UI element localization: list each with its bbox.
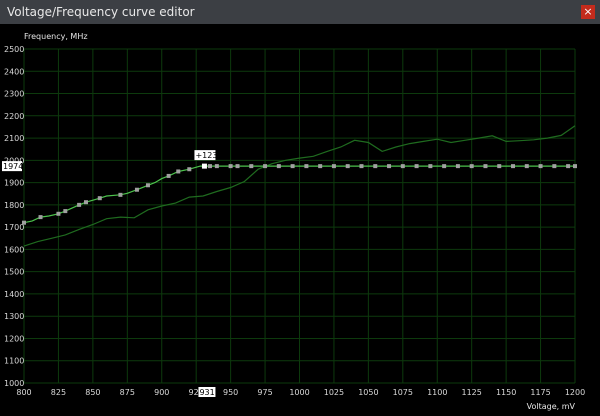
y-tick-label: 1000 — [4, 379, 24, 388]
curve-point — [228, 164, 233, 169]
x-tick-label: 1175 — [530, 388, 550, 397]
curve-point — [414, 164, 419, 169]
y-axis-label: Frequency, MHz — [24, 32, 88, 41]
curve-point — [373, 164, 378, 169]
y-axis-ticks: 1000 1100 1200 1300 1400 1500 1600 1700 1800 1900… — [4, 45, 24, 388]
y-tick-label: 1500 — [4, 268, 24, 277]
curve-point — [511, 164, 516, 169]
curve-point — [263, 164, 268, 169]
x-tick-label: 1000 — [289, 388, 309, 397]
x-axis-ticks: 800 825 850 875 900 925 950 975 1000 1025 1050 1075… — [16, 388, 585, 397]
vf-curve-chart[interactable]: 1000 1100 1200 1300 1400 1500 1600 1700 1800 1900… — [0, 0, 600, 416]
y-tick-label: 1100 — [4, 357, 24, 366]
curve-point — [187, 167, 192, 172]
x-tick-label: 975 — [257, 388, 272, 397]
curve-point — [176, 169, 181, 174]
y-tick-label: 1400 — [4, 290, 24, 299]
x-axis-label: Voltage, mV — [527, 402, 576, 411]
x-tick-label: 800 — [16, 388, 31, 397]
x-tick-label: 950 — [223, 388, 238, 397]
y-tick-label: 1600 — [4, 245, 24, 254]
curve-point — [22, 220, 26, 225]
chart-grid — [23, 48, 576, 384]
curve-point — [118, 192, 123, 197]
curve-point — [359, 164, 364, 169]
selected-x-readout: 931 — [198, 387, 216, 397]
x-tick-label: 1100 — [427, 388, 447, 397]
curve-point — [318, 164, 323, 169]
curve-point — [56, 211, 61, 216]
curve-point — [455, 164, 460, 169]
y-tick-label: 1300 — [4, 312, 24, 321]
y-tick-label: 1200 — [4, 334, 24, 343]
curve-point — [566, 164, 571, 169]
curve-point — [235, 164, 240, 169]
curve-point — [97, 196, 102, 201]
x-tick-label: 1075 — [393, 388, 413, 397]
curve-point — [552, 164, 557, 169]
selected-y-readout: 1974 — [2, 161, 23, 172]
curve-point — [442, 164, 447, 169]
y-tick-label: 2100 — [4, 134, 24, 143]
curve-point — [400, 164, 405, 169]
curve-point — [428, 164, 433, 169]
curve-point — [387, 164, 392, 169]
curve-point — [166, 173, 171, 178]
curve-point — [345, 164, 350, 169]
curve-point — [573, 164, 577, 169]
y-tick-label: 2400 — [4, 67, 24, 76]
x-tick-label: 825 — [51, 388, 66, 397]
curve-point — [304, 164, 309, 169]
curve-point — [483, 164, 488, 169]
selected-curve-point — [201, 163, 207, 169]
curve-point — [497, 164, 502, 169]
x-tick-label: 875 — [120, 388, 135, 397]
y-tick-label: 1700 — [4, 223, 24, 232]
curve-point — [207, 164, 212, 169]
curve-point — [83, 200, 88, 205]
x-tick-label: 1025 — [324, 388, 344, 397]
y-tick-label: 1900 — [4, 179, 24, 188]
y-tick-label: 2500 — [4, 45, 24, 54]
curve-point — [63, 209, 68, 214]
x-tick-label: 900 — [154, 388, 169, 397]
curve-point — [290, 164, 295, 169]
x-tick-label: 1050 — [358, 388, 378, 397]
selected-y-value: 1974 — [3, 162, 23, 171]
y-tick-label: 2300 — [4, 90, 24, 99]
curve-point — [276, 164, 281, 169]
curve-point — [38, 215, 43, 220]
curve-point — [538, 164, 543, 169]
x-tick-label: 1150 — [496, 388, 516, 397]
curve-point — [524, 164, 529, 169]
curve-point — [331, 164, 336, 169]
curve-point — [214, 164, 219, 169]
vf-curve-editor-window: Voltage/Frequency curve editor × 1000 110… — [0, 0, 600, 416]
selected-x-value: 931 — [199, 388, 214, 397]
x-tick-label: 1200 — [565, 388, 585, 397]
curve-point — [134, 187, 139, 192]
x-tick-label: 1125 — [462, 388, 482, 397]
x-tick-label: 850 — [85, 388, 100, 397]
selected-offset-value: +123 — [195, 151, 217, 160]
curve-point — [469, 164, 474, 169]
y-tick-label: 2200 — [4, 112, 24, 121]
curve-point — [77, 202, 82, 207]
curve-point — [249, 164, 254, 169]
curve-point — [145, 183, 150, 188]
y-tick-label: 1800 — [4, 201, 24, 210]
selected-offset-badge: +123 — [194, 150, 217, 161]
